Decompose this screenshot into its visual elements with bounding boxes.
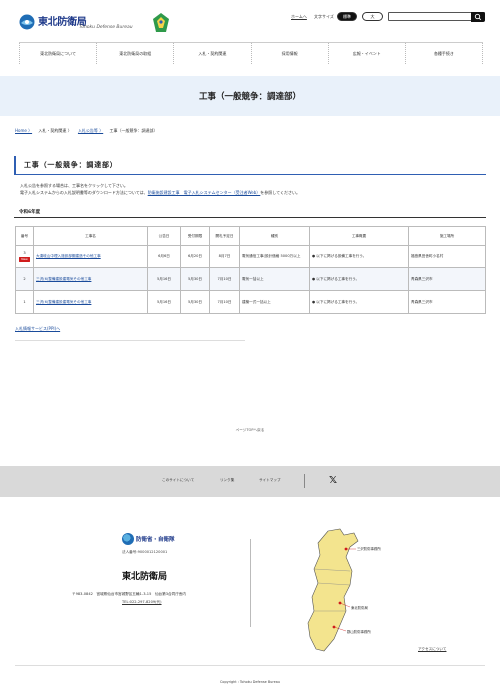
gnav-item-about[interactable]: 東北防衛局について xyxy=(19,43,98,64)
col-header-category: 種別 xyxy=(239,226,310,246)
table-row: 3 New 大湊岐山中理入施設部棚建造その他工事 6月6日 6月20日 8月7日 … xyxy=(15,245,486,268)
cell-summary: ● 以下に掲げる工事を行う。 xyxy=(309,290,409,314)
corporate-number: 法人番号:9000012120001 xyxy=(122,550,168,554)
construction-name-link[interactable]: 三沢(6)整備建設建電気その他工事 xyxy=(36,300,91,304)
page-title: 工事（一般競争：調達部） xyxy=(198,92,301,102)
footer-link-links[interactable]: リンク集 xyxy=(220,478,234,483)
search-button[interactable] xyxy=(471,12,485,22)
x-social-icon[interactable]: 𝕏 xyxy=(327,475,339,487)
table-row: 1 三沢(6)整備建設建電気その他工事 5月16日 5月30日 7月10日 建築… xyxy=(15,290,486,314)
cell-opening: 7月10日 xyxy=(209,267,240,291)
footer-tel-link[interactable]: TEL:022-297-8209(代) xyxy=(122,600,162,605)
font-size-label: 文字サイズ xyxy=(314,14,334,19)
cell-opening: 8月7日 xyxy=(209,245,240,268)
section-title: 工事（一般競争：調達部） xyxy=(24,161,118,169)
footer-link-sitemap[interactable]: サイトマップ xyxy=(259,478,281,483)
breadcrumb-notices[interactable]: 入札公告等 〉 xyxy=(78,128,103,133)
map-label-koriyama: 郡山防衛事務所 xyxy=(347,629,371,634)
col-header-opening: 開札予定日 xyxy=(209,226,240,246)
intro-text: 入札公告を参照する場合は、工事名をクリックして下さい。 電子入札システムからの入… xyxy=(20,183,300,196)
gnav-item-initiatives[interactable]: 東北防衛局の取組 xyxy=(97,43,175,64)
cell-place: 青森県三沢市 xyxy=(408,267,486,291)
divider xyxy=(250,539,251,627)
footer-links-band: このサイトについて リンク集 サイトマップ 𝕏 xyxy=(0,466,500,497)
fiscal-year-title: 令和6年度 xyxy=(19,210,41,215)
col-header-notice: 公告日 xyxy=(147,226,181,246)
cell-opening: 7月10日 xyxy=(209,290,240,314)
cell-no: 1 xyxy=(15,290,34,314)
site-logo[interactable]: 東北防衛局 Tohoku Defense Bureau xyxy=(19,12,134,38)
mod-logo[interactable]: 防衛省・自衛隊 xyxy=(122,533,182,546)
divider xyxy=(15,340,245,341)
col-header-name: 工事名 xyxy=(33,226,148,246)
gnav-item-procedures[interactable]: 各種手続き xyxy=(406,43,484,64)
mascot-emblem-icon xyxy=(153,13,169,32)
cell-deadline: 5月30日 xyxy=(180,267,210,291)
site-footer: 防衛省・自衛隊 法人番号:9000012120001 東北防衛局 〒983-08… xyxy=(0,497,500,695)
footer-link-about-site[interactable]: このサイトについて xyxy=(162,478,194,483)
construction-name-link[interactable]: 三沢(6)整備建設建電気その他工事 xyxy=(36,277,91,281)
font-size-large-button[interactable]: 大 xyxy=(362,12,383,21)
breadcrumb: Home 〉 入札・契約関連 〉 入札公告等 〉 工事（一般競争：調達部） xyxy=(15,128,163,134)
cell-name: 三沢(6)整備建設建電気その他工事 xyxy=(33,290,148,314)
cell-no: 2 xyxy=(15,267,34,291)
home-link[interactable]: ホームへ xyxy=(291,14,307,20)
cell-place: 福島県田舎町小名村 xyxy=(408,245,486,268)
e-bidding-link[interactable]: 防衛施設建設工事 電子入札システムセンター（受注者Web） xyxy=(148,190,261,195)
fiscal-year-heading: 令和6年度 xyxy=(14,207,486,218)
cell-name: 三沢(6)整備建設建電気その他工事 xyxy=(33,267,148,291)
map-label-misawa: 三沢防衛事務所 xyxy=(357,546,381,551)
section-heading: 工事（一般競争：調達部） xyxy=(14,156,486,175)
new-badge: New xyxy=(19,257,30,262)
access-link[interactable]: アクセスについて xyxy=(418,647,446,652)
breadcrumb-home[interactable]: Home 〉 xyxy=(15,128,32,133)
cell-category: 建築一式一括以上 xyxy=(239,290,310,314)
cell-summary: ● 以下に掲げる設備工事を行う。 xyxy=(309,245,409,268)
breadcrumb-current: 工事（一般競争：調達部） xyxy=(109,128,158,133)
gnav-item-pr-events[interactable]: 広報・イベント xyxy=(329,43,406,64)
gnav-item-bidding[interactable]: 入札・契約関連 xyxy=(174,43,252,64)
cell-no: 3 New xyxy=(15,245,34,268)
construction-name-link[interactable]: 大湊岐山中理入施設部棚建造その他工事 xyxy=(36,254,101,258)
cell-place: 青森県三沢市 xyxy=(408,290,486,314)
col-header-summary: 工事概要 xyxy=(309,226,409,246)
logo-subtitle: Tohoku Defense Bureau xyxy=(79,25,133,30)
ppi-link[interactable]: 入札情報サービス(PPI)へ xyxy=(15,326,60,332)
divider xyxy=(15,665,485,666)
mod-emblem-icon xyxy=(122,533,134,545)
cell-deadline: 6月20日 xyxy=(180,245,210,268)
cell-category: 電気通信工事(設計価格 5000万以上 xyxy=(239,245,310,268)
tohoku-map: 三沢防衛事務所 東北防衛局 郡山防衛事務所 xyxy=(307,528,381,652)
col-header-no: 番号 xyxy=(15,226,34,246)
cell-notice: 6月6日 xyxy=(147,245,181,268)
page-top-link[interactable]: ページTOPへ戻る xyxy=(0,428,500,433)
footer-address: 〒983-0842 宮城県仙台市宮城野区五輪1-3-15 仙台第3合同庁舎内 xyxy=(72,592,186,596)
site-header: 東北防衛局 Tohoku Defense Bureau ホームへ 文字サイズ 標… xyxy=(0,0,500,42)
font-size-standard-button[interactable]: 標準 xyxy=(337,12,357,21)
cell-summary: ● 以下に掲げる工事を行う。 xyxy=(309,267,409,291)
divider xyxy=(304,474,305,488)
cell-notice: 5月16日 xyxy=(147,267,181,291)
mod-logo-text: 防衛省・自衛隊 xyxy=(136,537,175,543)
bureau-emblem-icon xyxy=(19,14,35,30)
gnav-item-recruit[interactable]: 採用情報 xyxy=(252,43,329,64)
table-header-row: 番号 工事名 公告日 受付期限 開札予定日 種別 工事概要 施工場所 xyxy=(15,226,486,246)
map-label-tohoku: 東北防衛局 xyxy=(351,605,369,610)
construction-table: 番号 工事名 公告日 受付期限 開札予定日 種別 工事概要 施工場所 3 New … xyxy=(15,226,486,314)
page-hero: 工事（一般競争：調達部） xyxy=(0,76,500,116)
cell-name: 大湊岐山中理入施設部棚建造その他工事 xyxy=(33,245,148,268)
footer-bureau-name: 東北防衛局 xyxy=(122,572,168,582)
breadcrumb-bidding[interactable]: 入札・契約関連 〉 xyxy=(38,128,71,133)
search-input[interactable] xyxy=(388,12,485,22)
col-header-deadline: 受付期限 xyxy=(180,226,210,246)
search-icon xyxy=(474,13,482,21)
copyright: Copyright : Tohoku Defense Bureau xyxy=(220,680,280,684)
table-row: 2 三沢(6)整備建設建電気その他工事 5月16日 5月30日 7月10日 電気… xyxy=(15,267,486,291)
col-header-place: 施工場所 xyxy=(408,226,486,246)
cell-category: 電気一括以上 xyxy=(239,267,310,291)
cell-notice: 5月16日 xyxy=(147,290,181,314)
cell-deadline: 5月30日 xyxy=(180,290,210,314)
global-nav: 東北防衛局について 東北防衛局の取組 入札・契約関連 採用情報 広報・イベント … xyxy=(19,42,484,64)
intro-line-2: 電子入札システムからの入札説明書等のダウンロード方法については、防衛施設建設工事… xyxy=(20,189,301,195)
